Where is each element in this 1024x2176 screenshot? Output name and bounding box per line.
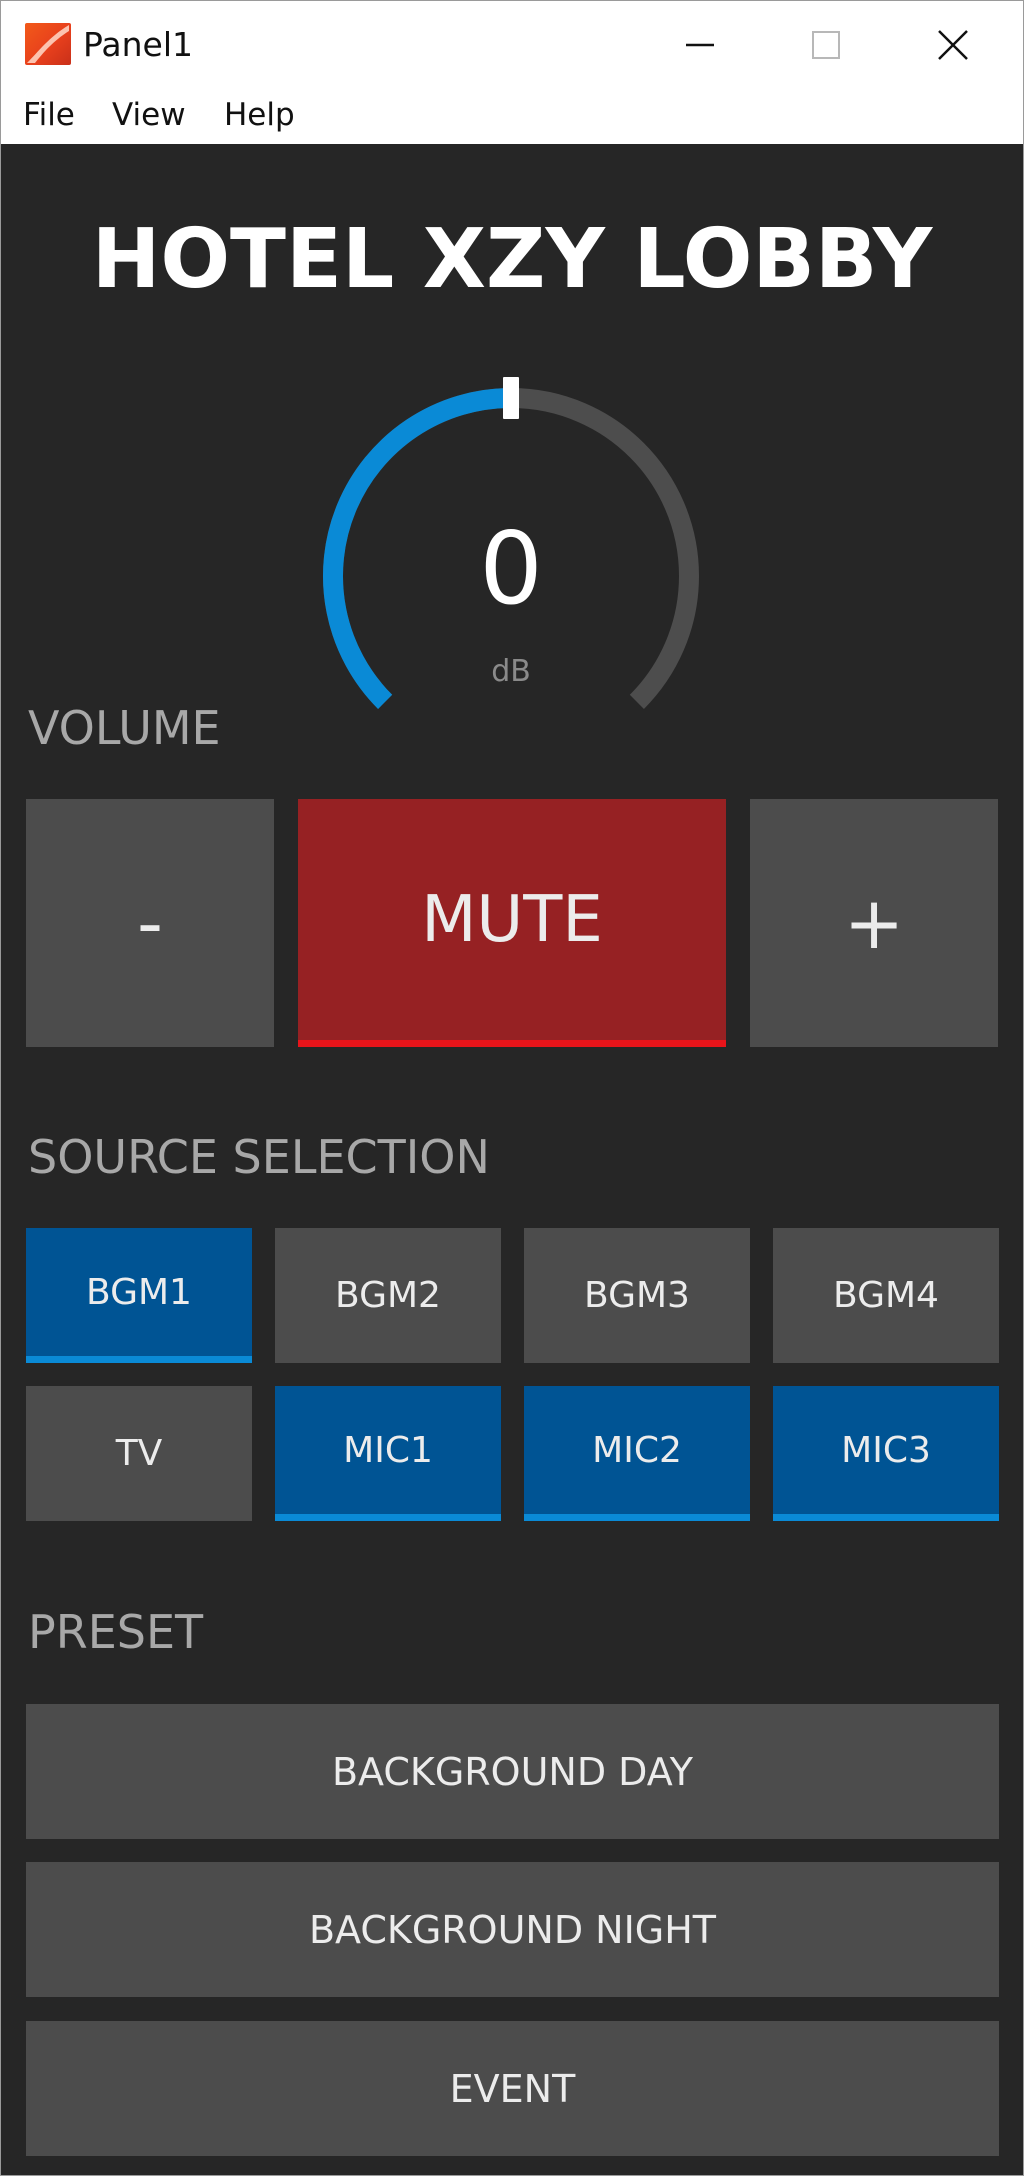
window-title: Panel1 (83, 25, 194, 64)
preset-button-label: BACKGROUND DAY (331, 1749, 694, 1794)
source-button-label: MIC3 (841, 1429, 931, 1471)
source-button-label: BGM4 (833, 1275, 939, 1316)
preset-background-night-button[interactable]: BACKGROUND NIGHT (26, 1862, 999, 1997)
app-window: Panel1 File View Help HOTEL XZY LOBBY 0 … (0, 0, 1024, 2176)
preset-background-day-button[interactable]: BACKGROUND DAY (26, 1704, 999, 1839)
title-bar[interactable]: Panel1 (1, 1, 1023, 89)
preset-label: PRESET (28, 1605, 204, 1659)
source-button-bgm4[interactable]: BGM4 (773, 1228, 999, 1363)
menu-view[interactable]: View (112, 93, 186, 137)
preset-event-button[interactable]: EVENT (26, 2021, 999, 2156)
volume-up-button[interactable]: + (750, 799, 998, 1047)
volume-value: 0 (479, 510, 543, 627)
page-title: HOTEL XZY LOBBY (91, 212, 933, 307)
source-button-label: TV (115, 1433, 163, 1474)
source-button-bgm3[interactable]: BGM3 (524, 1228, 750, 1363)
source-button-label: BGM2 (335, 1275, 441, 1316)
volume-down-button[interactable]: - (26, 799, 274, 1047)
app-logo-icon (25, 23, 71, 65)
preset-button-label: BACKGROUND NIGHT (308, 1907, 717, 1952)
menu-file[interactable]: File (23, 93, 75, 137)
source-button-bgm1[interactable]: BGM1 (26, 1228, 252, 1363)
close-button[interactable] (890, 1, 1016, 89)
source-button-mic2[interactable]: MIC2 (524, 1386, 750, 1521)
preset-button-label: EVENT (449, 2066, 576, 2111)
source-button-mic3[interactable]: MIC3 (773, 1386, 999, 1521)
maximize-button[interactable] (763, 1, 889, 89)
gauge-handle[interactable] (503, 377, 519, 419)
mute-button[interactable]: MUTE (298, 799, 726, 1047)
source-button-label: BGM1 (86, 1271, 192, 1313)
control-panel: HOTEL XZY LOBBY 0 dB VOLUME - MUTE + SOU… (1, 144, 1023, 2175)
source-button-label: MIC1 (343, 1429, 433, 1471)
source-button-label: BGM3 (584, 1275, 690, 1316)
volume-up-label: + (843, 881, 905, 965)
mute-label: MUTE (421, 882, 603, 957)
source-button-label: MIC2 (592, 1429, 682, 1471)
source-button-mic1[interactable]: MIC1 (275, 1386, 501, 1521)
source-button-tv[interactable]: TV (26, 1386, 252, 1521)
menu-bar: File View Help (1, 89, 1023, 144)
minimize-icon (686, 43, 714, 47)
minimize-button[interactable] (637, 1, 763, 89)
source-button-bgm2[interactable]: BGM2 (275, 1228, 501, 1363)
source-selection-label: SOURCE SELECTION (28, 1130, 490, 1184)
volume-label: VOLUME (28, 701, 221, 755)
volume-down-label: - (137, 881, 163, 965)
close-icon (938, 30, 968, 60)
maximize-icon (812, 31, 840, 59)
menu-help[interactable]: Help (224, 93, 295, 137)
volume-unit: dB (491, 654, 531, 689)
